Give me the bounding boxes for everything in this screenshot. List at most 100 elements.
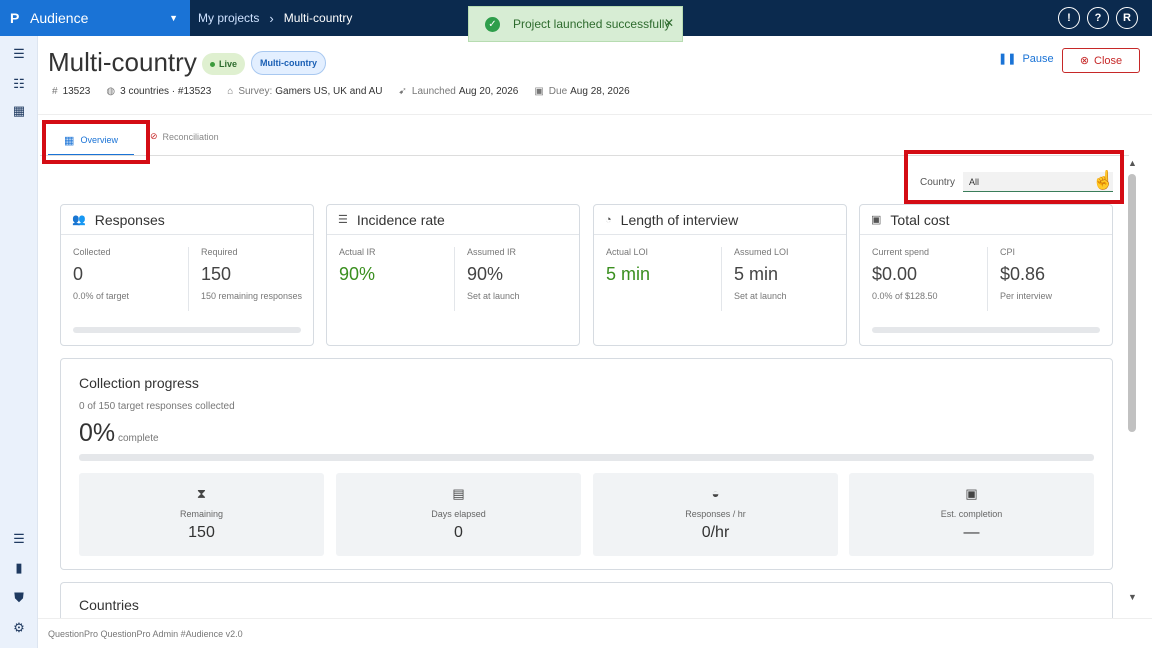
project-id: 13523	[62, 86, 91, 97]
close-label: Close	[1094, 54, 1123, 67]
responses-progress-bar	[73, 327, 301, 333]
scroll-down-icon[interactable]: ▼	[1128, 592, 1137, 602]
footer: QuestionPro QuestionPro Admin #Audience …	[38, 618, 1152, 648]
percent-complete: 0%	[79, 419, 116, 447]
main-content: Multi-country Live Multi-country ❚❚ Paus…	[38, 36, 1152, 618]
cost-card: ▣ Total cost Current spend $0.00 0.0% of $1…	[859, 204, 1113, 346]
hand-cursor-icon: ☝	[1092, 170, 1115, 190]
current-spend-label: Current spend	[872, 247, 930, 257]
highlight-box-overview	[42, 120, 150, 164]
launched-date: Aug 20, 2026	[458, 86, 519, 97]
settings-icon[interactable]: ⚙	[11, 620, 27, 636]
required-value: 150	[201, 264, 232, 284]
list-icon[interactable]: ☷	[11, 76, 27, 92]
hash-icon: #	[52, 86, 58, 97]
header-divider	[38, 114, 1152, 115]
sliders-icon: ☰	[338, 214, 348, 226]
cost-progress-bar	[872, 327, 1100, 333]
required-label: Required	[201, 247, 238, 257]
check-circle-icon: ✓	[485, 16, 500, 32]
rocket-icon: ➹	[398, 86, 407, 97]
pause-button[interactable]: ❚❚ Pause	[998, 52, 1054, 66]
avatar[interactable]: R	[1116, 7, 1138, 29]
toast-message: Project launched successfully	[513, 17, 671, 31]
calendar-check-icon: ▣	[965, 486, 978, 501]
wallet-icon: ▣	[871, 214, 882, 226]
launched-label: Launched	[411, 86, 456, 97]
assumed-loi-value: 5 min	[734, 264, 779, 284]
section-title: Countries	[79, 597, 139, 613]
speedometer-icon: ◒	[711, 486, 720, 501]
actual-loi-label: Actual LOI	[606, 247, 649, 257]
collection-progress-bar	[79, 454, 1094, 461]
close-circle-icon: ⊗	[1079, 55, 1090, 67]
pause-label: Pause	[1022, 52, 1054, 65]
trash-icon[interactable]: ▮	[11, 560, 27, 576]
cpi-label: CPI	[1000, 247, 1016, 257]
countries-count: 3 countries · #13523	[120, 86, 212, 97]
stat-tile: ▣ Est. completion —	[849, 473, 1094, 556]
highlight-box-country	[904, 150, 1124, 204]
close-toast-icon[interactable]: ✕	[664, 16, 674, 30]
stat-value: 150	[188, 524, 215, 541]
tab-reconciliation-label: Reconciliation	[162, 131, 219, 142]
card-title: Incidence rate	[356, 211, 445, 228]
actual-loi-value: 5 min	[606, 264, 651, 284]
app-name: Audience	[30, 10, 89, 26]
scrollbar-thumb[interactable]	[1128, 174, 1136, 432]
actual-ir-value: 90%	[339, 264, 376, 284]
collected-sub: 0.0% of target	[73, 291, 130, 301]
stat-value: 0/hr	[701, 524, 730, 541]
globe-icon: ◍	[106, 86, 116, 97]
dashboard-icon[interactable]: ▦	[11, 103, 27, 119]
assumed-loi-sub: Set at launch	[734, 291, 787, 301]
app-switcher[interactable]: P Audience ▼	[0, 0, 190, 36]
complete-label: complete	[118, 433, 159, 444]
tab-reconciliation[interactable]: ⊘ Reconciliation	[150, 131, 219, 142]
topbar-actions: ! ? R	[1058, 7, 1138, 29]
chevron-down-icon: ▼	[169, 13, 178, 23]
menu-icon[interactable]: ☰	[11, 46, 27, 62]
stat-label: Remaining	[179, 509, 224, 519]
loi-card: ◔ Length of interview Actual LOI 5 min Ass…	[593, 204, 847, 346]
close-button[interactable]: ⊗ Close	[1062, 48, 1140, 73]
collection-progress-panel: Collection progress 0 of 150 target resp…	[60, 358, 1113, 570]
responses-card: 👥 Responses Collected 0 0.0% of target Requ…	[60, 204, 314, 346]
assumed-loi-label: Assumed LOI	[734, 247, 789, 257]
cpi-sub: Per interview	[1000, 291, 1053, 301]
assumed-ir-sub: Set at launch	[467, 291, 520, 301]
due-date: Aug 28, 2026	[570, 86, 630, 97]
help-icon[interactable]: ?	[1087, 7, 1109, 29]
scroll-up-icon[interactable]: ▲	[1128, 158, 1137, 168]
collected-value: 0	[73, 264, 84, 284]
status-badge: Live	[202, 53, 246, 75]
chevron-right-icon: ›	[269, 10, 274, 26]
current-spend-value: $0.00	[872, 264, 918, 284]
calendar-icon: ▤	[452, 486, 465, 501]
project-tag: Multi-country	[251, 51, 326, 75]
reconcile-blocked-icon: ⊘	[150, 131, 158, 141]
actual-ir-label: Actual IR	[339, 247, 376, 257]
stat-label: Responses / hr	[685, 509, 746, 519]
clock-icon: ◔	[605, 213, 612, 226]
breadcrumb-current: Multi-country	[283, 11, 353, 25]
assumed-ir-value: 90%	[467, 264, 504, 284]
assumed-ir-label: Assumed IR	[467, 247, 517, 257]
shield-icon[interactable]: ⛊	[11, 590, 27, 606]
breadcrumb: My projects › Multi-country	[198, 0, 352, 36]
survey-label: Survey:	[238, 86, 273, 97]
pause-icon: ❚❚	[998, 53, 1017, 65]
card-title: Total cost	[890, 211, 950, 228]
stat-label: Est. completion	[940, 509, 1003, 519]
card-title: Length of interview	[620, 211, 739, 228]
stat-tile: ▤ Days elapsed 0	[336, 473, 581, 556]
feedback-icon[interactable]: !	[1058, 7, 1080, 29]
current-spend-sub: 0.0% of $128.50	[872, 291, 938, 301]
page-title: Multi-country	[48, 47, 197, 77]
sliders-icon[interactable]: ☰	[11, 531, 27, 547]
people-icon: 👥	[72, 214, 86, 226]
breadcrumb-my-projects[interactable]: My projects	[198, 11, 259, 25]
survey-icon: ⌂	[227, 86, 234, 97]
collected-label: Collected	[73, 247, 111, 257]
countries-panel: Countries	[60, 582, 1113, 618]
